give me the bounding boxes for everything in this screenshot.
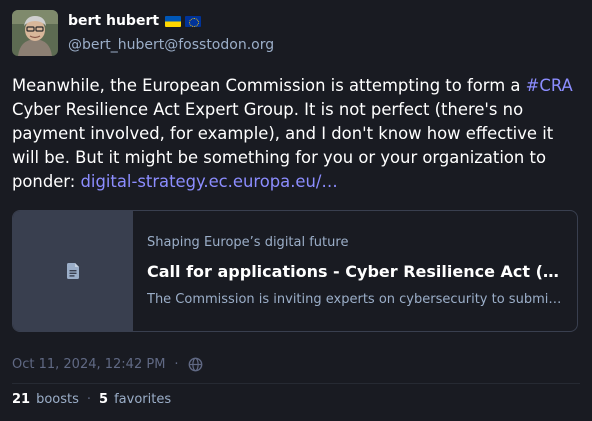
post-link[interactable]: digital-strategy.ec.europa.eu/… — [81, 172, 338, 191]
boosts-label: boosts — [36, 392, 79, 407]
card-description: The Commission is inviting experts on cy… — [147, 292, 563, 307]
boosts-count: 21 — [12, 392, 31, 407]
post-text-before: Meanwhile, the European Commission is at… — [12, 76, 526, 95]
avatar[interactable] — [12, 10, 58, 56]
meta-separator: · — [174, 357, 179, 372]
stats-separator: · — [86, 392, 92, 407]
eu-flag-icon — [185, 15, 202, 27]
user-avatar-icon — [12, 10, 58, 56]
post-stats: 21 boosts · 5 favorites — [12, 392, 171, 407]
favorites-count: 5 — [99, 392, 109, 407]
document-icon — [67, 263, 79, 279]
card-title[interactable]: Call for applications - Cyber Resilience… — [147, 262, 563, 282]
card-thumbnail[interactable] — [13, 211, 133, 331]
divider — [12, 383, 580, 384]
link-preview-card[interactable]: Shaping Europe’s digital future Call for… — [12, 210, 578, 332]
display-name-text[interactable]: bert hubert — [68, 12, 159, 30]
display-name[interactable]: bert hubert — [68, 12, 274, 30]
card-body[interactable]: Shaping Europe’s digital future Call for… — [133, 211, 577, 331]
post-header: bert hubert @bert_hubert@fosstodon.org — [12, 10, 274, 56]
post-timestamp[interactable]: Oct 11, 2024, 12:42 PM — [12, 357, 165, 372]
account-handle[interactable]: @bert_hubert@fosstodon.org — [68, 36, 274, 54]
favorites-label: favorites — [114, 392, 172, 407]
ukraine-flag-icon — [165, 15, 182, 27]
boosts-stat[interactable]: 21 boosts — [12, 392, 79, 407]
favorites-stat[interactable]: 5 favorites — [99, 392, 171, 407]
hashtag-link[interactable]: #CRA — [526, 76, 573, 95]
post-meta: Oct 11, 2024, 12:42 PM · — [12, 357, 203, 372]
post-content: Meanwhile, the European Commission is at… — [12, 74, 580, 194]
card-provider: Shaping Europe’s digital future — [147, 235, 349, 250]
globe-icon — [188, 357, 203, 372]
